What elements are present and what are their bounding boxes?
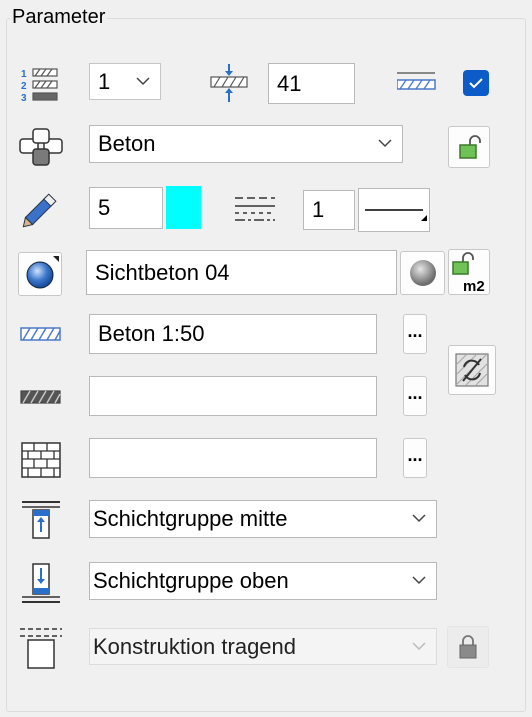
gray-sphere-icon — [409, 260, 436, 286]
svg-text:1: 1 — [21, 69, 27, 80]
thickness-input[interactable]: 41 — [268, 63, 355, 104]
unlock-icon — [459, 135, 481, 159]
filling-more-button[interactable]: ... — [403, 438, 427, 478]
chevron-down-icon — [412, 514, 426, 523]
surface-preview-button[interactable] — [400, 251, 445, 295]
chevron-down-icon — [412, 641, 426, 650]
lock-icon — [459, 635, 477, 659]
material-icon — [19, 128, 63, 166]
hatch-more-button[interactable]: ... — [403, 314, 427, 354]
material-select[interactable]: Beton — [89, 125, 403, 163]
area-unit-label: m2 — [463, 278, 485, 294]
area-lock-button[interactable]: m2 — [448, 249, 490, 295]
construction-value: Konstruktion tragend — [93, 633, 297, 659]
brick-filling-icon — [21, 442, 61, 478]
svg-text:3: 3 — [21, 93, 27, 104]
hatch-input[interactable]: Beton 1:50 — [89, 314, 377, 354]
filling-input[interactable] — [89, 438, 377, 478]
material-value: Beton — [98, 131, 156, 156]
layer-group-top-select[interactable]: Schichtgruppe oben — [89, 562, 437, 600]
chevron-down-icon — [378, 139, 392, 148]
layer-group-top-icon — [22, 563, 60, 603]
surface-value: Sichtbeton 04 — [95, 259, 230, 285]
group-title: Parameter — [10, 6, 108, 29]
material-lock-button[interactable] — [448, 126, 490, 168]
layer-group-middle-icon — [22, 501, 60, 539]
construction-select[interactable]: Konstruktion tragend — [89, 628, 437, 665]
pen-value: 5 — [98, 195, 111, 220]
hatch-value: Beton 1:50 — [98, 321, 205, 346]
pen-color-swatch[interactable] — [166, 186, 201, 229]
pattern-icon — [20, 390, 61, 404]
pattern-more-button[interactable]: ... — [403, 376, 427, 416]
checkmark-icon — [469, 78, 483, 89]
hatch-more-label: ... — [407, 321, 423, 341]
svg-text:2: 2 — [21, 81, 27, 92]
unlock-area-icon: m2 — [452, 252, 485, 294]
line-type-input[interactable]: 1 — [303, 190, 355, 230]
line-type-value: 1 — [312, 197, 325, 222]
swap-pattern-button[interactable] — [448, 345, 496, 395]
line-type-icon — [235, 197, 275, 221]
surface-button[interactable] — [18, 252, 62, 296]
layer-numbering-icon: 1 2 3 — [21, 68, 58, 104]
pattern-more-label: ... — [407, 383, 423, 403]
construction-icon — [20, 628, 62, 669]
layer-hatch-icon — [397, 72, 436, 90]
layer-number-value: 1 — [98, 68, 111, 94]
line-style-preview-icon — [365, 209, 427, 221]
layer-checkbox[interactable] — [463, 70, 489, 96]
chevron-down-icon — [412, 576, 426, 585]
surface-sphere-icon — [26, 256, 59, 289]
hatch-icon — [20, 327, 61, 341]
layer-group-bottom-value: Schichtgruppe mitte — [93, 506, 288, 531]
surface-input[interactable]: Sichtbeton 04 — [86, 250, 397, 295]
swap-pattern-icon — [455, 353, 489, 387]
layer-group-top-value: Schichtgruppe oben — [93, 568, 289, 593]
filling-more-label: ... — [407, 445, 423, 465]
pen-input[interactable]: 5 — [89, 187, 163, 229]
construction-lock-button[interactable] — [447, 626, 489, 668]
layer-number-select[interactable]: 1 — [89, 63, 161, 100]
line-style-picker[interactable] — [358, 188, 430, 232]
chevron-down-icon — [136, 76, 150, 85]
thickness-icon — [210, 64, 248, 102]
pattern-input[interactable] — [89, 376, 377, 416]
layer-group-bottom-select[interactable]: Schichtgruppe mitte — [89, 500, 437, 538]
thickness-value: 41 — [277, 70, 302, 96]
pen-icon — [22, 193, 57, 228]
